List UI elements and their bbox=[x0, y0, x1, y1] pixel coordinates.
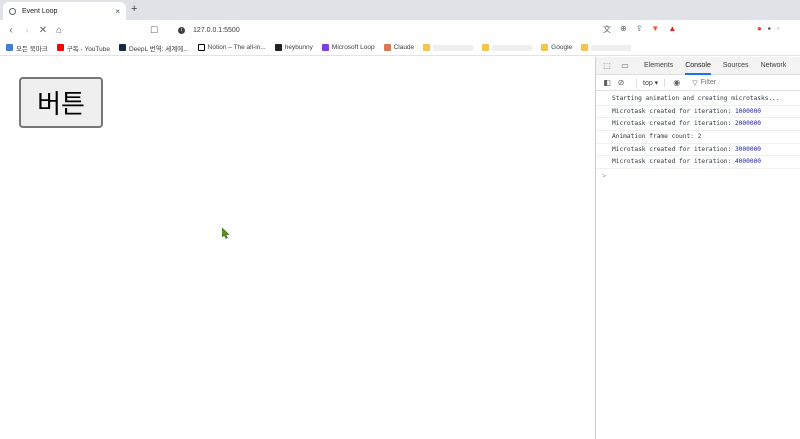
console-message: Microtask created for iteration: 3000000 bbox=[596, 144, 800, 157]
folder-icon bbox=[423, 44, 431, 51]
folder-icon bbox=[581, 44, 589, 51]
bookmark-blurred-item[interactable] bbox=[482, 44, 533, 51]
context-selector[interactable]: top ▾ bbox=[636, 78, 666, 87]
browser-toolbar: ‹ › ✕ ⌂ ☐ i 127.0.0.1:5500 文 ⊕ ⇪ ▼ ▲ ● ▪… bbox=[0, 20, 800, 40]
url-text[interactable]: 127.0.0.1:5500 bbox=[193, 27, 240, 34]
blurred-label bbox=[492, 44, 533, 51]
inspect-element-icon[interactable]: ⬚ bbox=[600, 60, 614, 72]
home-button[interactable]: ⌂ bbox=[51, 25, 67, 36]
bookmark-notion[interactable]: Notion – The all-in... bbox=[197, 44, 266, 51]
zoom-icon[interactable]: ⊕ bbox=[620, 24, 627, 35]
bookmark-label: heybunny bbox=[284, 44, 313, 51]
tab-network[interactable]: Network bbox=[761, 57, 787, 75]
notion-icon bbox=[197, 44, 205, 51]
bookmark-blurred-folder-2[interactable] bbox=[581, 44, 632, 51]
heybunny-icon bbox=[274, 44, 282, 51]
extension-icons: ● ▪ ▫ bbox=[757, 24, 780, 33]
bookmark-deepl[interactable]: DeepL 번역: 세계에... bbox=[119, 43, 189, 53]
deepl-icon bbox=[119, 44, 126, 51]
tab-console[interactable]: Console bbox=[685, 57, 711, 75]
filter-icon: ▽ bbox=[692, 79, 698, 87]
console-message: Microtask created for iteration: 4000000 bbox=[596, 156, 800, 170]
bookmarks-bar: 모든 북마크 구독 - YouTube DeepL 번역: 세계에... Not… bbox=[0, 40, 800, 56]
share-icon[interactable]: ⇪ bbox=[636, 24, 643, 35]
loop-icon bbox=[321, 44, 329, 51]
page-viewport: 버튼 bbox=[0, 57, 595, 439]
blurred-label bbox=[433, 44, 474, 51]
console-message: Animation frame count: 2 bbox=[596, 131, 800, 144]
tab-event-loop[interactable]: Event Loop × bbox=[3, 2, 126, 20]
back-button[interactable]: ‹ bbox=[3, 25, 19, 36]
bookmark-google[interactable]: Google bbox=[541, 44, 572, 51]
tab-elements[interactable]: Elements bbox=[644, 57, 673, 75]
console-toolbar: ◧ ⊘ top ▾ ◉ ▽ bbox=[596, 75, 800, 91]
stop-loading-button[interactable]: ✕ bbox=[35, 25, 51, 36]
console-output: Starting animation and creating microtas… bbox=[596, 91, 800, 183]
folder-icon bbox=[541, 44, 549, 51]
bookmark-loop[interactable]: Microsoft Loop bbox=[321, 44, 375, 51]
brave-shield-icon[interactable]: ▼ bbox=[651, 24, 659, 35]
console-message: Microtask created for iteration: 2000000 bbox=[596, 118, 800, 132]
bookmark-label: 구독 - YouTube bbox=[66, 45, 110, 53]
page-button[interactable]: 버튼 bbox=[19, 77, 103, 128]
console-filter-input[interactable] bbox=[700, 79, 761, 86]
bookmark-label: Notion – The all-in... bbox=[207, 44, 266, 51]
tab-sources[interactable]: Sources bbox=[723, 57, 749, 75]
bookmark-icon[interactable]: ☐ bbox=[150, 25, 164, 36]
console-message: Microtask created for iteration: 1000000 bbox=[596, 106, 800, 119]
new-tab-button[interactable]: + bbox=[131, 3, 137, 15]
sidebar-toggle-icon[interactable]: ◧ bbox=[600, 78, 614, 87]
bookmark-label: Claude bbox=[393, 44, 415, 51]
extensions-menu-icon[interactable]: ▫ bbox=[777, 24, 780, 33]
bookmark-heybunny[interactable]: heybunny bbox=[274, 44, 313, 51]
bookmark-youtube[interactable]: 구독 - YouTube bbox=[56, 43, 110, 53]
bookmark-blurred-folder[interactable] bbox=[423, 44, 474, 51]
devtools-tab-bar: ⬚ ▭ Elements Console Sources Network bbox=[596, 57, 800, 75]
rewards-icon[interactable]: ▲ bbox=[668, 24, 676, 35]
tab-strip: Event Loop × + bbox=[0, 0, 800, 20]
bookmark-label: 모든 북마크 bbox=[16, 45, 48, 53]
bookmark-label: DeepL 번역: 세계에... bbox=[129, 45, 189, 53]
extension-color-icon[interactable]: ● bbox=[757, 24, 762, 33]
folder-icon bbox=[482, 44, 490, 51]
bookmark-claude[interactable]: Claude bbox=[383, 44, 415, 51]
mouse-cursor-icon bbox=[222, 228, 230, 239]
bookmark-all[interactable]: 모든 북마크 bbox=[6, 43, 48, 53]
device-toolbar-icon[interactable]: ▭ bbox=[618, 60, 632, 72]
devtools-panel: ⬚ ▭ Elements Console Sources Network ◧ ⊘… bbox=[595, 57, 800, 439]
live-expression-eye-icon[interactable]: ◉ bbox=[673, 78, 680, 87]
tab-title: Event Loop bbox=[22, 7, 58, 15]
translate-icon[interactable]: 文 bbox=[603, 24, 611, 35]
claude-icon bbox=[383, 44, 391, 51]
extension-f-icon[interactable]: ▪ bbox=[768, 24, 771, 33]
console-message: Starting animation and creating microtas… bbox=[596, 93, 800, 106]
clear-console-icon[interactable]: ⊘ bbox=[614, 78, 628, 87]
globe-icon bbox=[9, 7, 16, 15]
toolbar-icons: 文 ⊕ ⇪ ▼ ▲ bbox=[603, 24, 676, 35]
youtube-icon bbox=[56, 44, 64, 51]
bookmark-label: Microsoft Loop bbox=[331, 44, 375, 51]
forward-button[interactable]: › bbox=[19, 25, 35, 36]
site-info-icon[interactable]: i bbox=[178, 26, 185, 34]
bookmark-label: Google bbox=[551, 44, 573, 51]
apps-icon bbox=[6, 44, 13, 51]
blurred-label bbox=[591, 44, 632, 51]
console-prompt[interactable]: > bbox=[596, 169, 800, 183]
close-tab-icon[interactable]: × bbox=[115, 7, 120, 16]
